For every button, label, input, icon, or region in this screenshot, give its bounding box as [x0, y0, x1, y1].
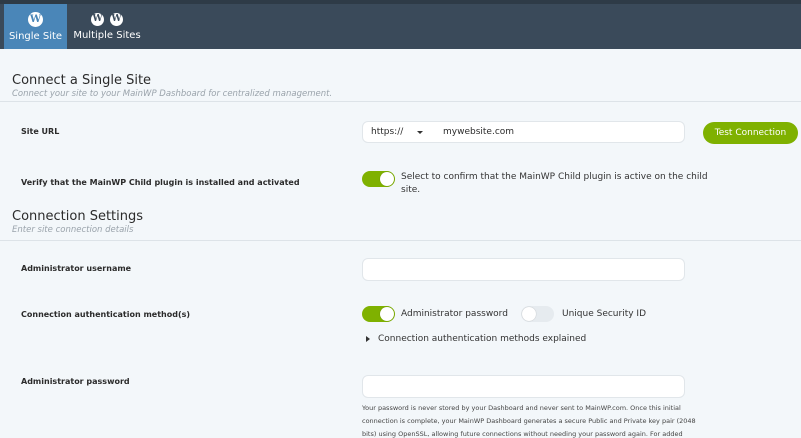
unique-security-id-label: Unique Security ID [562, 309, 647, 319]
verify-text-line1: Select to confirm that the MainWP Child … [401, 172, 708, 182]
section-title-connect: Connect a Single Site [12, 73, 152, 88]
password-help-line2: connection is complete, your MainWP Dash… [362, 417, 696, 425]
site-url-label: Site URL [21, 127, 60, 136]
password-help-line1: Your password is never stored by your Da… [362, 404, 681, 412]
section-subtitle-connect: Connect your site to your MainWP Dashboa… [12, 89, 333, 99]
caret-right-icon[interactable] [366, 336, 370, 342]
tab-multiple-sites[interactable]: W W Multiple Sites [72, 4, 142, 49]
wordpress-icon: W [28, 11, 43, 27]
chevron-down-icon [417, 131, 423, 134]
section-title-settings: Connection Settings [12, 209, 144, 224]
tab-single-site[interactable]: W Single Site [4, 4, 67, 49]
admin-username-label: Administrator username [21, 264, 132, 273]
auth-explained-link[interactable]: Connection authentication methods explai… [378, 334, 586, 344]
section-subtitle-settings: Enter site connection details [12, 225, 134, 235]
admin-password-toggle[interactable] [362, 306, 395, 322]
tab-label: Multiple Sites [73, 29, 141, 41]
admin-username-input[interactable] [362, 258, 685, 281]
protocol-value: https:// [371, 127, 404, 137]
verify-label: Verify that the MainWP Child plugin is i… [21, 178, 300, 187]
divider [0, 101, 801, 102]
site-url-input[interactable]: mywebsite.com [431, 121, 685, 143]
site-url-value: mywebsite.com [443, 127, 515, 137]
test-connection-button[interactable]: Test Connection [703, 122, 798, 144]
protocol-select[interactable]: https:// [362, 121, 432, 143]
divider [0, 240, 801, 241]
admin-password-input[interactable] [362, 375, 685, 398]
tab-label: Single Site [8, 30, 63, 42]
password-help-line3: bits) using OpenSSL, allowing future con… [362, 430, 683, 438]
admin-password-option-label: Administrator password [401, 309, 508, 319]
wordpress-icon: W [110, 12, 123, 26]
wordpress-icon: W [91, 12, 104, 26]
verify-text-line2: site. [401, 185, 421, 195]
admin-password-label: Administrator password [21, 377, 130, 386]
unique-security-id-toggle[interactable] [521, 306, 554, 322]
auth-method-label: Connection authentication method(s) [21, 310, 191, 319]
verify-toggle[interactable] [362, 171, 395, 187]
